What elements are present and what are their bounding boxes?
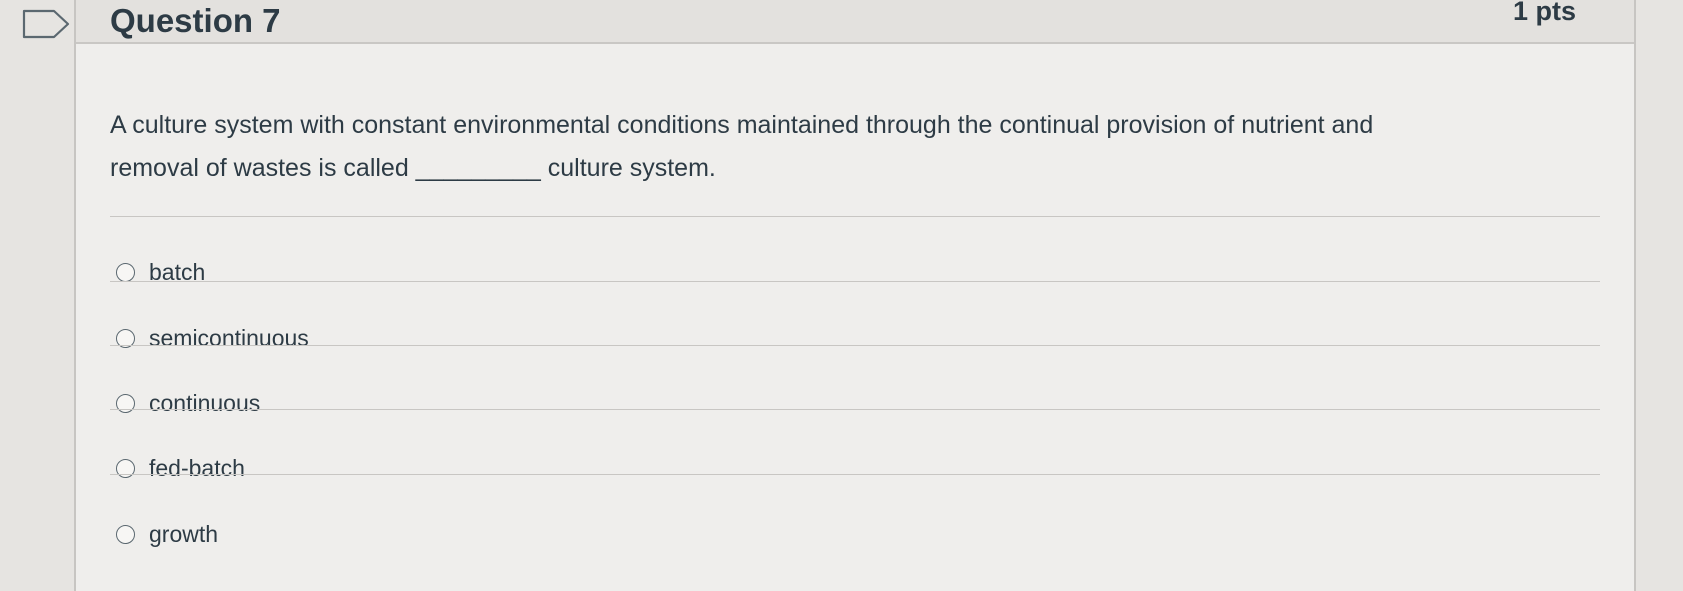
question-title: Question 7: [110, 2, 281, 39]
divider: [110, 409, 1600, 410]
divider: [110, 474, 1600, 475]
answer-label: continuous: [149, 389, 261, 416]
answer-option-semicontinuous[interactable]: semicontinuous: [116, 318, 309, 358]
question-points: 1 pts: [1512, 0, 1576, 26]
question-text: A culture system with constant environme…: [110, 104, 1590, 190]
answer-label: semicontinuous: [149, 324, 309, 351]
divider: [110, 345, 1600, 346]
answer-label: fed-batch: [149, 454, 245, 481]
question-card: Question 7 1 pts A culture system with c…: [74, 0, 1636, 591]
radio-button[interactable]: [116, 524, 135, 544]
divider: [110, 281, 1600, 282]
divider: [110, 216, 1600, 217]
answer-option-batch[interactable]: batch: [116, 252, 205, 292]
answer-option-fed-batch[interactable]: fed-batch: [116, 448, 245, 488]
answer-option-growth[interactable]: growth: [116, 514, 218, 554]
question-text-line: removal of wastes is called _________ cu…: [110, 154, 716, 182]
answer-label: growth: [149, 520, 219, 547]
question-header: Question 7 1 pts: [76, 0, 1634, 44]
answer-option-continuous[interactable]: continuous: [116, 383, 260, 423]
question-text-line: A culture system with constant environme…: [110, 111, 1374, 139]
radio-button[interactable]: [116, 262, 135, 282]
flag-question-icon[interactable]: [18, 8, 74, 40]
